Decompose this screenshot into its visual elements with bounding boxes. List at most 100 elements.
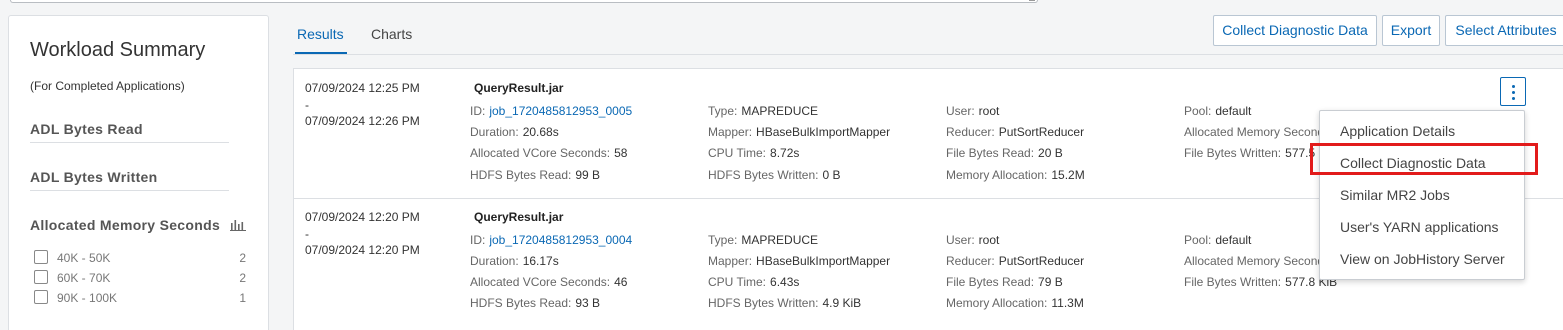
field-key: Allocated Memory Seconds — [1184, 254, 1331, 268]
field-key: User: — [946, 233, 975, 247]
bucket-row[interactable]: 40K - 50K 2 — [34, 250, 246, 266]
field-value: 93 B — [575, 296, 601, 310]
field-value: root — [978, 104, 1000, 118]
field-file-written: File Bytes Written: 577.5 — [1184, 146, 1315, 160]
field-vcore: Allocated VCore Seconds: 58 — [470, 146, 627, 160]
field-file-written: File Bytes Written: 577.8 KiB — [1184, 275, 1337, 289]
job-name: QueryResult.jar — [474, 81, 564, 95]
collect-diagnostic-data-button[interactable]: Collect Diagnostic Data — [1213, 15, 1377, 46]
field-value: PutSortReducer — [998, 125, 1085, 139]
bucket-checkbox[interactable] — [34, 250, 48, 264]
field-value: 4.9 KiB — [822, 296, 862, 310]
field-key: HDFS Bytes Written: — [708, 168, 819, 182]
field-value: 99 B — [575, 168, 601, 182]
field-id: ID: job_1720485812953_0004 — [470, 233, 632, 247]
field-key: File Bytes Read: — [946, 146, 1035, 160]
bucket-count: 2 — [239, 251, 246, 265]
field-key: Memory Allocation: — [946, 168, 1048, 182]
field-key: Reducer: — [946, 254, 995, 268]
panel-subtitle: (For Completed Applications) — [30, 79, 185, 93]
field-key: Duration: — [470, 125, 519, 139]
field-value: 0 B — [822, 168, 841, 182]
job-id-link[interactable]: job_1720485812953_0004 — [489, 233, 632, 247]
menu-item-view-on-jobhistory-server[interactable]: View on JobHistory Server — [1340, 251, 1505, 267]
field-mapper: Mapper: HBaseBulkImportMapper — [708, 254, 890, 268]
field-vcore: Allocated VCore Seconds: 46 — [470, 275, 627, 289]
highlight-annotation — [1310, 143, 1538, 175]
field-key: ID: — [470, 233, 486, 247]
bucket-row[interactable]: 60K - 70K 2 — [34, 270, 246, 286]
field-reducer: Reducer: PutSortReducer — [946, 254, 1084, 268]
field-key: Allocated Memory Seconds — [1184, 125, 1331, 139]
facet-adl-bytes-written[interactable]: ADL Bytes Written — [30, 169, 158, 185]
divider — [293, 54, 1563, 55]
field-key: CPU Time: — [708, 146, 767, 160]
field-value: default — [1215, 104, 1252, 118]
field-value: PutSortReducer — [998, 254, 1085, 268]
field-hdfs-read: HDFS Bytes Read: 99 B — [470, 168, 600, 182]
field-hdfs-written: HDFS Bytes Written: 0 B — [708, 168, 840, 182]
bucket-count: 2 — [239, 271, 246, 285]
field-key: Type: — [708, 104, 738, 118]
field-value: 11.3M — [1051, 296, 1084, 310]
field-key: HDFS Bytes Read: — [470, 168, 572, 182]
field-user: User: root — [946, 233, 999, 247]
resize-grip-icon[interactable] — [1029, 0, 1035, 1]
field-value: 46 — [614, 275, 628, 289]
field-hdfs-read: HDFS Bytes Read: 93 B — [470, 296, 600, 310]
field-value: default — [1215, 233, 1252, 247]
field-hdfs-written: HDFS Bytes Written: 4.9 KiB — [708, 296, 861, 310]
panel-title: Workload Summary — [30, 39, 206, 61]
filter-input[interactable] — [10, 0, 1038, 3]
field-key: User: — [946, 104, 975, 118]
field-cpu-time: CPU Time: 8.72s — [708, 146, 799, 160]
menu-item-application-details[interactable]: Application Details — [1340, 123, 1455, 139]
bucket-label: 90K - 100K — [57, 291, 118, 305]
menu-item-users-yarn-applications[interactable]: User's YARN applications — [1340, 219, 1499, 235]
field-key: Pool: — [1184, 104, 1212, 118]
field-key: HDFS Bytes Written: — [708, 296, 819, 310]
time-separator: - — [305, 98, 309, 112]
divider — [30, 190, 229, 191]
tab-charts[interactable]: Charts — [371, 26, 412, 42]
field-value: 16.17s — [522, 254, 559, 268]
field-value: 8.72s — [770, 146, 800, 160]
facet-adl-bytes-read[interactable]: ADL Bytes Read — [30, 121, 143, 137]
field-key: Allocated VCore Seconds: — [470, 146, 611, 160]
time-separator: - — [305, 227, 309, 241]
field-file-read: File Bytes Read: 79 B — [946, 275, 1063, 289]
field-memory-allocation: Memory Allocation: 15.2M — [946, 168, 1085, 182]
bucket-checkbox[interactable] — [34, 290, 48, 304]
bucket-row[interactable]: 90K - 100K 1 — [34, 290, 246, 306]
field-key: CPU Time: — [708, 275, 767, 289]
select-attributes-button[interactable]: Select Attributes — [1445, 15, 1563, 46]
menu-item-similar-mr2-jobs[interactable]: Similar MR2 Jobs — [1340, 187, 1450, 203]
tab-results[interactable]: Results — [297, 26, 344, 42]
field-key: Pool: — [1184, 233, 1212, 247]
field-key: HDFS Bytes Read: — [470, 296, 572, 310]
end-time: 07/09/2024 12:20 PM — [305, 243, 420, 257]
field-pool: Pool: default — [1184, 233, 1251, 247]
bucket-label: 40K - 50K — [57, 251, 111, 265]
more-actions-button[interactable] — [1500, 77, 1526, 106]
field-key: ID: — [470, 104, 486, 118]
field-key: File Bytes Read: — [946, 275, 1035, 289]
field-key: Type: — [708, 233, 738, 247]
field-pool: Pool: default — [1184, 104, 1251, 118]
divider — [30, 142, 229, 143]
end-time: 07/09/2024 12:26 PM — [305, 114, 420, 128]
start-time: 07/09/2024 12:20 PM — [305, 210, 420, 224]
field-key: Mapper: — [708, 125, 753, 139]
field-key: Allocated VCore Seconds: — [470, 275, 611, 289]
field-type: Type: MAPREDUCE — [708, 233, 818, 247]
field-key: Duration: — [470, 254, 519, 268]
job-id-link[interactable]: job_1720485812953_0005 — [489, 104, 632, 118]
field-mapper: Mapper: HBaseBulkImportMapper — [708, 125, 890, 139]
export-button[interactable]: Export — [1382, 15, 1440, 46]
field-cpu-time: CPU Time: 6.43s — [708, 275, 799, 289]
field-id: ID: job_1720485812953_0005 — [470, 104, 632, 118]
bar-chart-icon[interactable] — [230, 218, 247, 234]
bucket-checkbox[interactable] — [34, 270, 48, 284]
field-key: Memory Allocation: — [946, 296, 1048, 310]
facet-allocated-memory-seconds[interactable]: Allocated Memory Seconds — [30, 217, 247, 234]
